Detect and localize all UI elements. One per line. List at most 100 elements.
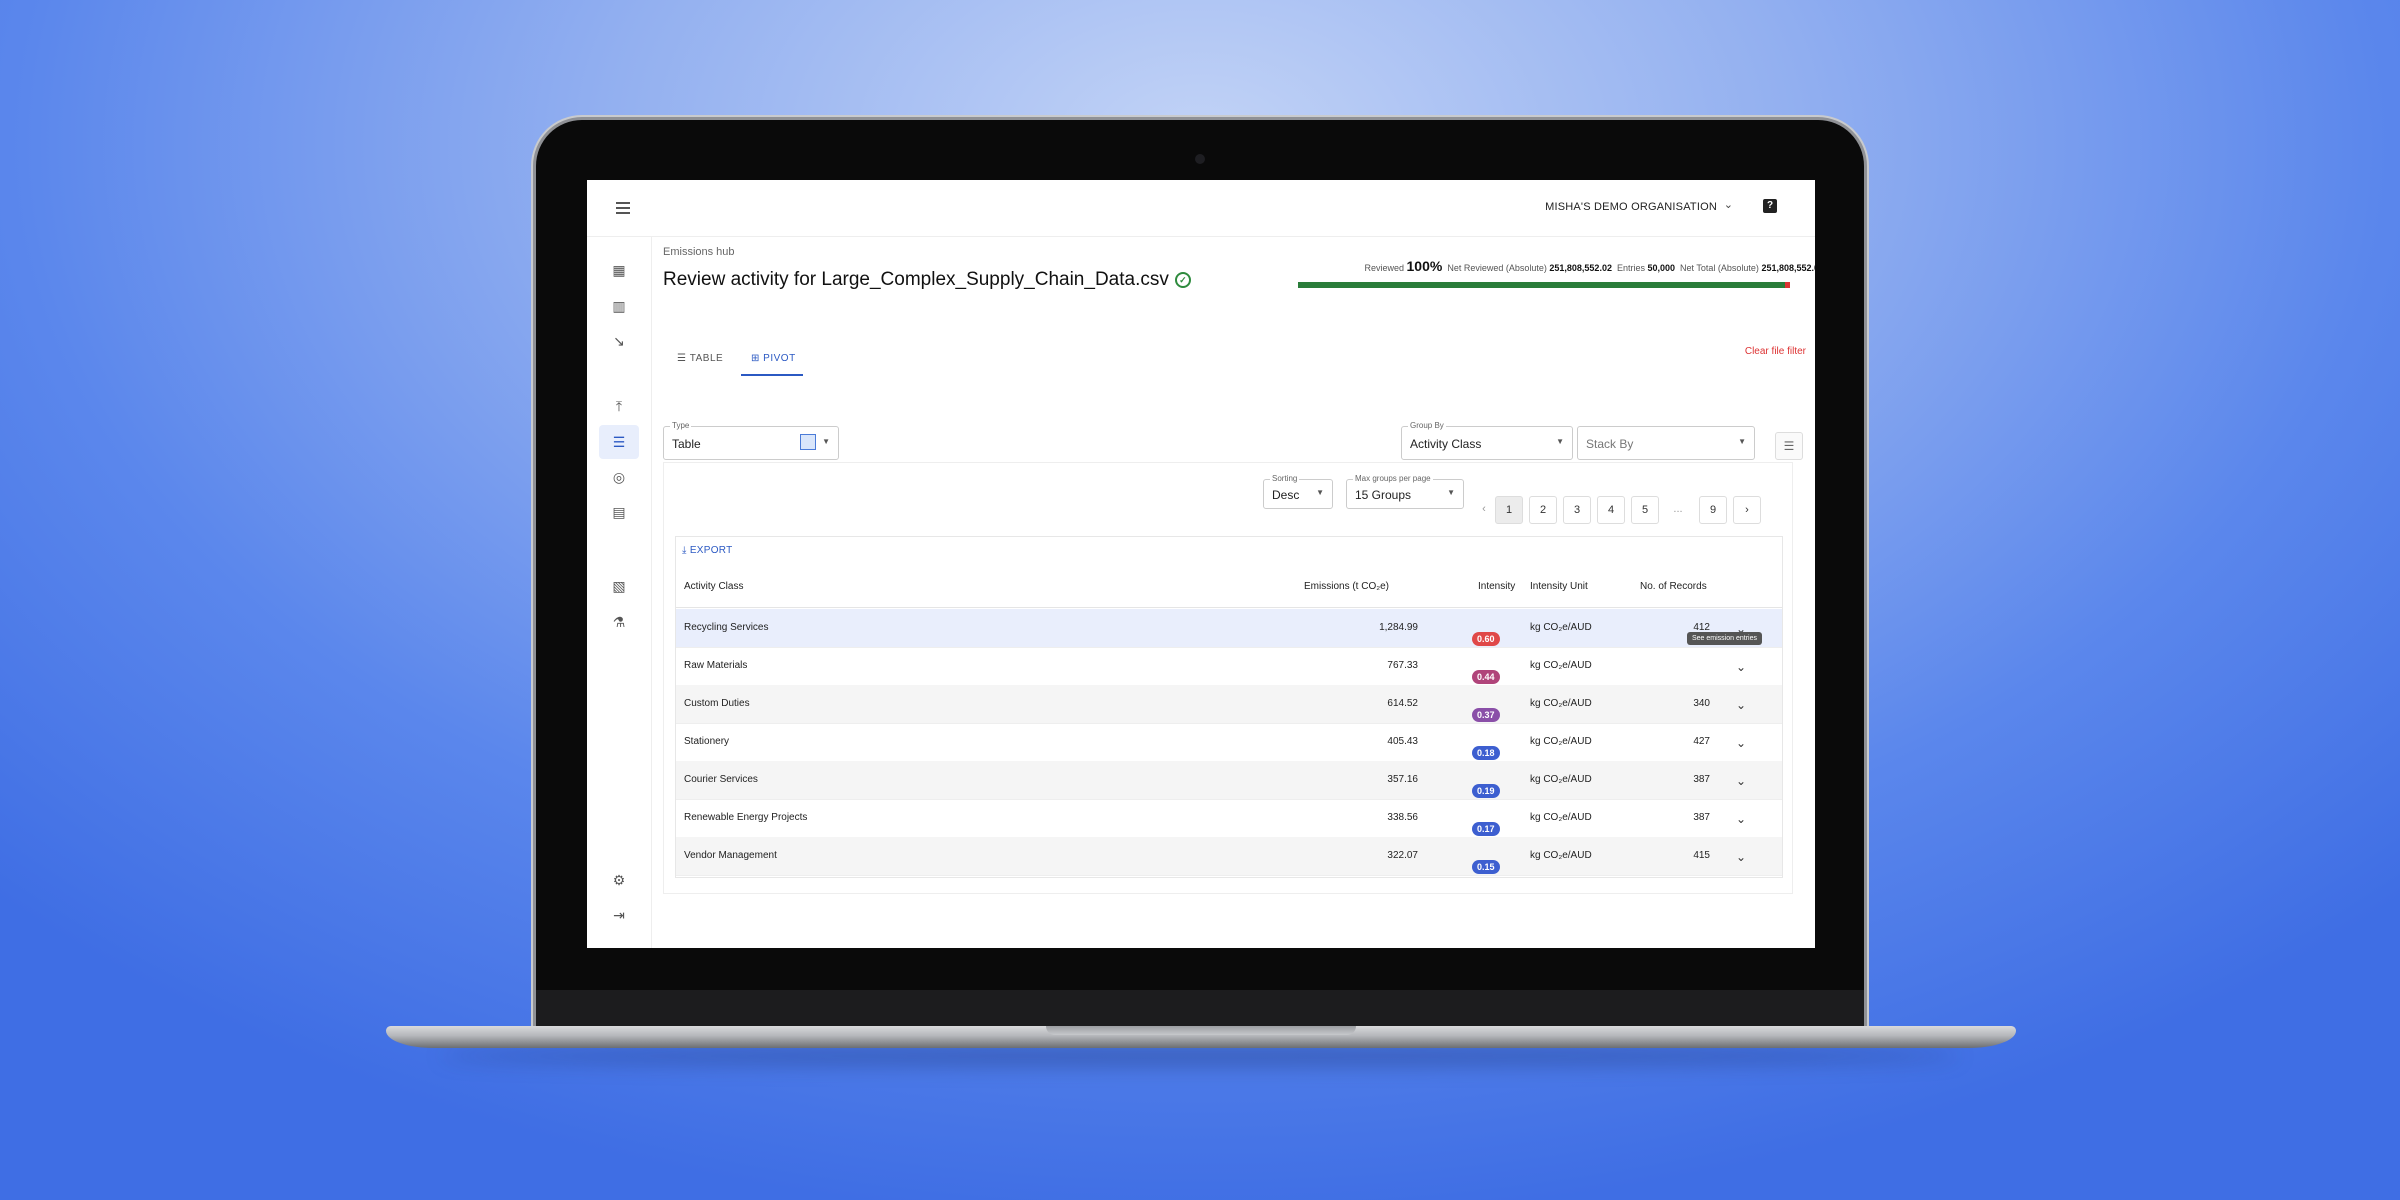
tab-pivot[interactable]: ⊞ PIVOT — [741, 344, 803, 376]
records-cell: 415 — [1693, 850, 1710, 861]
table-icon[interactable]: ▤ — [611, 504, 627, 520]
dropdown-icon: ▼ — [822, 437, 830, 446]
column-header[interactable]: No. of Records — [1640, 581, 1707, 592]
download-icon: ⤓ — [682, 545, 690, 556]
logout-icon[interactable]: ⇥ — [611, 907, 627, 923]
page-button[interactable]: 9 — [1699, 496, 1727, 524]
org-selector[interactable]: MISHA'S DEMO ORGANISATION — [1545, 201, 1717, 213]
breadcrumb[interactable]: Emissions hub — [663, 246, 735, 258]
table-row[interactable]: Courier Services 357.16 0.19 kg CO₂e/AUD 387… — [676, 761, 1782, 800]
max-groups-value: 15 Groups — [1355, 488, 1412, 502]
records-cell: 427 — [1693, 736, 1710, 747]
flask-icon[interactable]: ⚗ — [611, 614, 627, 630]
intensity-unit-cell: kg CO₂e/AUD — [1530, 736, 1592, 747]
chevron-down-icon[interactable]: ⌄ — [1724, 198, 1733, 211]
activity-class-cell: Courier Services — [684, 774, 758, 785]
double-chevron-down-icon[interactable]: ⌄ — [1736, 774, 1746, 788]
upload-icon[interactable]: ⤒ — [611, 398, 627, 414]
group-by-select[interactable]: Group By Activity Class ▼ — [1401, 421, 1573, 460]
laptop-shadow — [440, 1046, 1960, 1066]
emissions-cell: 338.56 — [1387, 812, 1418, 823]
activity-class-cell: Recycling Services — [684, 622, 769, 633]
webcam — [1195, 154, 1205, 164]
sidebar: ▦ ▥ ↘ ⤒ ☰ ◎ ▤ ▧ ⚗ ⚙ ⇥ — [587, 236, 652, 948]
table-row[interactable]: Custom Duties 614.52 0.37 kg CO₂e/AUD 340 ⌄ — [676, 685, 1782, 724]
page-button[interactable]: 2 — [1529, 496, 1557, 524]
target-icon[interactable]: ◎ — [611, 469, 627, 485]
filter-icon[interactable]: ☰ — [1775, 432, 1803, 460]
column-header[interactable]: Activity Class — [684, 581, 743, 592]
records-cell: 387 — [1693, 812, 1710, 823]
stack-by-select[interactable]: Stack By ▼ — [1577, 426, 1755, 460]
main-content: Emissions hub Review activity for Large_… — [663, 236, 1815, 936]
group-by-value: Activity Class — [1410, 437, 1482, 451]
double-chevron-down-icon[interactable]: ⌄ — [1736, 850, 1746, 864]
top-bar: MISHA'S DEMO ORGANISATION ⌄ ? — [587, 180, 1815, 237]
activity-class-cell: Stationery — [684, 736, 730, 747]
stack-by-placeholder: Stack By — [1586, 437, 1634, 451]
check-circle-icon: ✓ — [1174, 271, 1191, 288]
intensity-unit-cell: kg CO₂e/AUD — [1530, 622, 1592, 633]
double-chevron-down-icon[interactable]: ⌄ — [1736, 736, 1746, 750]
review-stats: Reviewed 100% Net Reviewed (Absolute) 25… — [1364, 258, 1815, 274]
dropdown-icon: ▼ — [1738, 437, 1746, 446]
double-chevron-down-icon[interactable]: ⌄ — [1736, 698, 1746, 712]
emissions-cell: 614.52 — [1387, 698, 1418, 709]
tooltip: See emission entries — [1687, 632, 1762, 645]
double-chevron-down-icon[interactable]: ⌄ — [1736, 660, 1746, 674]
records-cell: 340 — [1693, 698, 1710, 709]
pivot-table: ⤓ EXPORT Activity Class Emissions (t CO₂… — [675, 536, 1783, 878]
next-page-button[interactable]: › — [1733, 496, 1761, 524]
page-title: Review activity for Large_Complex_Supply… — [663, 269, 1191, 291]
dropdown-icon: ▼ — [1316, 488, 1324, 497]
dropdown-icon: ▼ — [1447, 488, 1455, 497]
review-progress-bar — [1298, 282, 1790, 288]
table-row[interactable]: Stationery 405.43 0.18 kg CO₂e/AUD 427 ⌄ — [676, 723, 1782, 762]
max-groups-select[interactable]: Max groups per page 15 Groups ▼ — [1346, 474, 1464, 509]
table-row[interactable]: Renewable Energy Projects 338.56 0.17 kg CO… — [676, 799, 1782, 838]
help-icon[interactable]: ? — [1763, 199, 1777, 213]
gear-icon[interactable]: ⚙ — [611, 872, 627, 888]
intensity-unit-cell: kg CO₂e/AUD — [1530, 774, 1592, 785]
column-header[interactable]: Emissions (t CO₂e) — [1304, 581, 1389, 592]
page-button[interactable]: 5 — [1631, 496, 1659, 524]
pivot-icon: ⊞ — [751, 353, 764, 364]
activity-class-cell: Custom Duties — [684, 698, 750, 709]
laptop-chin — [536, 990, 1864, 1030]
emissions-cell: 767.33 — [1387, 660, 1418, 671]
emissions-cell: 322.07 — [1387, 850, 1418, 861]
clipboard-icon[interactable]: ▧ — [611, 578, 627, 594]
table-row[interactable]: Recycling Services 1,284.99 0.60 kg CO₂e/AU… — [676, 609, 1782, 648]
table-row[interactable]: Raw Materials 767.33 0.44 kg CO₂e/AUD ⌄ — [676, 647, 1782, 686]
table-row[interactable]: Vendor Management 322.07 0.15 kg CO₂e/AUD 41… — [676, 837, 1782, 876]
clear-file-filter-link[interactable]: Clear file filter — [1745, 346, 1806, 357]
bar-chart-icon[interactable]: ▥ — [611, 298, 627, 314]
page-button[interactable]: 1 — [1495, 496, 1523, 524]
intensity-unit-cell: kg CO₂e/AUD — [1530, 660, 1592, 671]
laptop-notch — [1046, 1026, 1356, 1035]
page-button[interactable]: 4 — [1597, 496, 1625, 524]
page-button[interactable]: 3 — [1563, 496, 1591, 524]
records-cell: 387 — [1693, 774, 1710, 785]
double-chevron-down-icon[interactable]: ⌄ — [1736, 812, 1746, 826]
column-header[interactable]: Intensity Unit — [1530, 581, 1588, 592]
trend-down-icon[interactable]: ↘ — [611, 333, 627, 349]
dashboard-icon[interactable]: ▦ — [611, 262, 627, 278]
export-button[interactable]: ⤓ EXPORT — [682, 545, 733, 556]
emissions-cell: 405.43 — [1387, 736, 1418, 747]
intensity-unit-cell: kg CO₂e/AUD — [1530, 698, 1592, 709]
type-label: Type — [670, 421, 692, 430]
prev-page-button[interactable]: ‹ — [1471, 496, 1497, 522]
list-icon: ☰ — [677, 353, 690, 364]
menu-icon[interactable] — [616, 202, 630, 217]
activity-class-cell: Vendor Management — [684, 850, 777, 861]
emissions-cell: 1,284.99 — [1379, 622, 1418, 633]
column-header[interactable]: Intensity — [1478, 581, 1515, 592]
dropdown-icon: ▼ — [1556, 437, 1564, 446]
table-icon — [800, 434, 816, 450]
tab-table[interactable]: ☰ TABLE — [677, 344, 739, 374]
sorting-select[interactable]: Sorting Desc ▼ — [1263, 474, 1333, 509]
list-icon[interactable]: ☰ — [611, 434, 627, 450]
page-ellipsis: ... — [1665, 496, 1691, 522]
type-select[interactable]: Type Table ▼ — [663, 421, 839, 460]
